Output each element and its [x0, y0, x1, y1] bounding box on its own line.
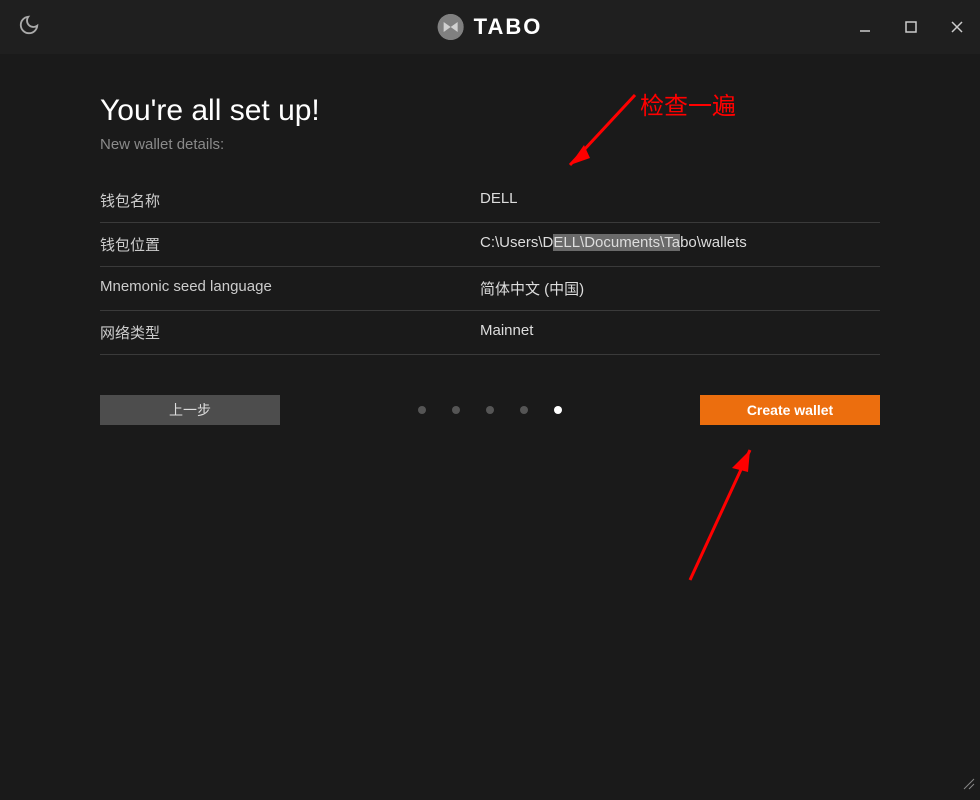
seed-language-value: 简体中文 (中国): [480, 278, 880, 299]
pagination-dot[interactable]: [486, 406, 494, 414]
moon-icon: [18, 14, 40, 36]
annotation-arrow-bottom: [670, 430, 770, 590]
wallet-location-value[interactable]: C:\Users\DELL\Documents\Tabo\wallets: [480, 234, 880, 255]
wallet-name-label: 钱包名称: [100, 190, 480, 211]
network-type-label: 网络类型: [100, 322, 480, 343]
seed-language-label: Mnemonic seed language: [100, 278, 480, 299]
theme-toggle-button[interactable]: [18, 14, 40, 41]
pagination-dot[interactable]: [418, 406, 426, 414]
location-selected-text: ELL\Documents\Ta: [553, 234, 680, 251]
titlebar: TABO: [0, 0, 980, 54]
wallet-details-table: 钱包名称 DELL 钱包位置 C:\Users\DELL\Documents\T…: [100, 179, 880, 355]
app-name: TABO: [474, 14, 543, 40]
location-post: bo\wallets: [680, 234, 747, 251]
pagination-dot[interactable]: [520, 406, 528, 414]
table-row-wallet-location: 钱包位置 C:\Users\DELL\Documents\Tabo\wallet…: [100, 223, 880, 267]
pagination-dot[interactable]: [452, 406, 460, 414]
app-title: TABO: [438, 14, 543, 40]
close-icon: [950, 20, 964, 34]
table-row-network-type: 网络类型 Mainnet: [100, 311, 880, 355]
minimize-button[interactable]: [842, 0, 888, 54]
resize-handle[interactable]: [962, 777, 976, 796]
app-logo-icon: [438, 14, 464, 40]
table-row-seed-language: Mnemonic seed language 简体中文 (中国): [100, 267, 880, 311]
annotation-label: 检查一遍: [640, 86, 736, 121]
wallet-location-label: 钱包位置: [100, 234, 480, 255]
table-row-wallet-name: 钱包名称 DELL: [100, 179, 880, 223]
resize-icon: [962, 777, 976, 791]
main-content: You're all set up! New wallet details: 钱…: [0, 54, 980, 355]
network-type-value: Mainnet: [480, 322, 880, 343]
window-controls: [842, 0, 980, 54]
close-button[interactable]: [934, 0, 980, 54]
minimize-icon: [858, 20, 872, 34]
location-pre: C:\Users\D: [480, 234, 553, 251]
pagination-dot-active[interactable]: [554, 406, 562, 414]
pagination-dots: [418, 406, 562, 414]
maximize-button[interactable]: [888, 0, 934, 54]
maximize-icon: [904, 20, 918, 34]
wallet-name-value: DELL: [480, 190, 880, 211]
create-wallet-button[interactable]: Create wallet: [700, 395, 880, 425]
page-subtitle: New wallet details:: [100, 136, 880, 153]
footer-controls: 上一步 Create wallet: [100, 395, 880, 425]
page-title: You're all set up!: [100, 94, 880, 128]
previous-button[interactable]: 上一步: [100, 395, 280, 425]
